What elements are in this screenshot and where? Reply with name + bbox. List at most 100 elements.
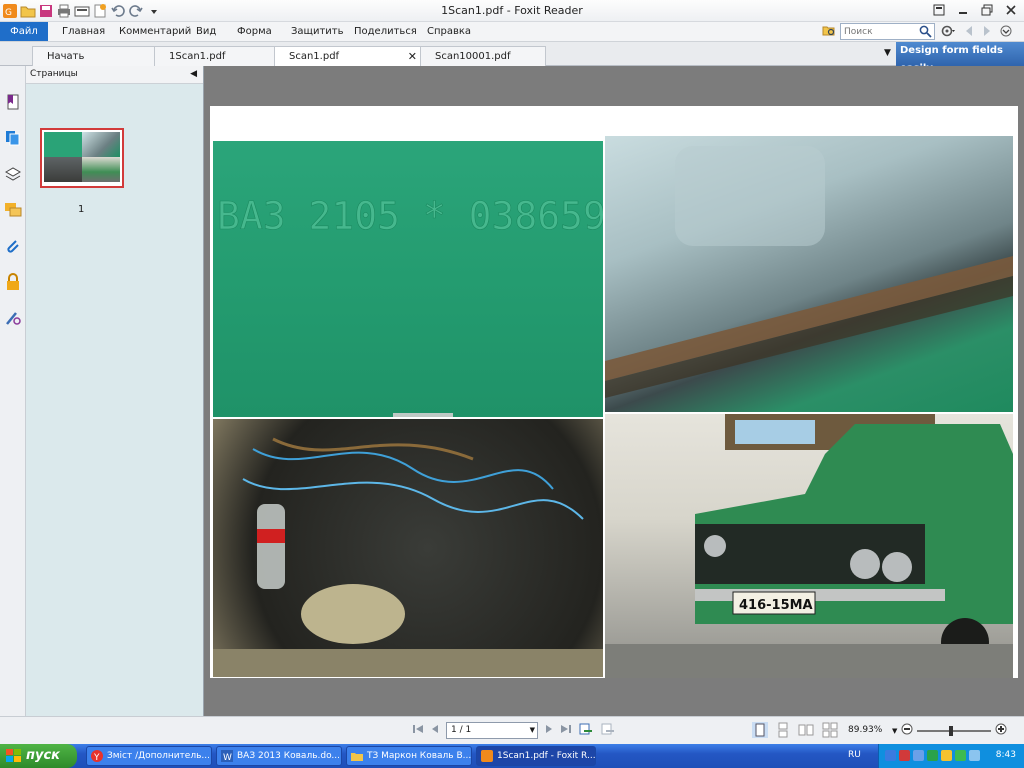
signature-icon[interactable] — [3, 308, 23, 328]
zoom-controls: ▼ — [892, 723, 1007, 738]
page-indicator-text: 1 / 1 — [451, 725, 472, 735]
minimize-icon[interactable] — [954, 2, 972, 18]
zoom-dropdown-icon[interactable]: ▼ — [892, 727, 897, 735]
tab-start[interactable]: Начать — [32, 46, 156, 66]
task-label: ВАЗ 2013 Коваль.do... — [237, 751, 341, 761]
menu-comment[interactable]: Комментарий — [119, 26, 196, 37]
thumb-quadrant — [82, 157, 120, 182]
system-tray: 8:43 — [878, 744, 1024, 768]
taskbar-item-word[interactable]: W ВАЗ 2013 Коваль.do... — [216, 746, 342, 766]
document-tab-bar: Начать 1Scan1.pdf Scan1.pdf ✕ Scan10001.… — [0, 42, 1024, 74]
layers-icon[interactable] — [3, 164, 23, 184]
update-icon[interactable] — [941, 750, 952, 761]
search-input[interactable] — [841, 24, 917, 40]
ribbon-options-icon[interactable] — [930, 2, 948, 18]
tab-scan1[interactable]: Scan1.pdf ✕ — [274, 46, 422, 67]
lock-icon[interactable] — [3, 272, 23, 292]
next-arrow-icon[interactable] — [982, 25, 992, 40]
navigation-panel-toolbar — [0, 66, 26, 716]
close-icon[interactable] — [1002, 2, 1020, 18]
tab-label: 1Scan1.pdf — [169, 51, 226, 62]
network-icon[interactable] — [885, 750, 896, 761]
previous-page-icon[interactable] — [430, 723, 440, 738]
pages-icon[interactable] — [3, 128, 23, 148]
language-indicator[interactable]: RU — [848, 750, 861, 760]
taskbar-item-browser[interactable]: Y Зміст /Дополнитель... — [86, 746, 212, 766]
previous-arrow-icon[interactable] — [964, 25, 974, 40]
ribbon-expand-icon[interactable] — [1000, 25, 1012, 40]
zoom-level[interactable]: 89.93% — [848, 725, 882, 735]
menu-form[interactable]: Форма — [237, 26, 291, 37]
settings-gear-icon[interactable] — [940, 24, 956, 41]
start-button[interactable]: пуск — [0, 744, 77, 768]
volume-icon[interactable] — [969, 750, 980, 761]
status-bar: 1 / 1 ▼ 89.93% ▼ — [0, 716, 1024, 744]
zoom-out-icon[interactable] — [901, 723, 913, 738]
page-navigation: 1 / 1 ▼ — [412, 722, 616, 739]
continuous-page-icon[interactable] — [776, 722, 790, 741]
tab-close-icon[interactable]: ✕ — [408, 47, 417, 66]
page-thumbnail[interactable] — [40, 128, 124, 188]
thumb-quadrant — [44, 157, 82, 182]
taskbar-item-folder[interactable]: ТЗ Маркон Коваль В... — [346, 746, 472, 766]
windows-flag-icon — [6, 749, 21, 762]
menu-home[interactable]: Главная — [62, 26, 119, 37]
bookmark-icon[interactable] — [3, 92, 23, 112]
next-view-icon[interactable] — [600, 722, 616, 739]
tab-label: Scan10001.pdf — [435, 51, 511, 62]
photo-vin-plate: ВАЗ 2105 * 0386599 — [213, 141, 603, 417]
photo-window-rust — [605, 136, 1013, 412]
menu-share[interactable]: Поделиться — [354, 26, 427, 37]
next-page-icon[interactable] — [544, 723, 554, 738]
collapse-panel-icon[interactable]: ◀ — [190, 66, 197, 83]
svg-text:Y: Y — [93, 753, 100, 762]
menu-view[interactable]: Вид — [196, 26, 237, 37]
single-page-icon[interactable] — [752, 722, 768, 741]
find-folder-icon[interactable] — [822, 23, 836, 40]
folder-icon — [351, 753, 363, 761]
display-icon[interactable] — [913, 750, 924, 761]
zoom-slider-handle[interactable] — [949, 725, 954, 736]
security-icon[interactable] — [899, 750, 910, 761]
clock: 8:43 — [995, 750, 1016, 760]
document-view: ВАЗ 2105 * 0386599 416-15МА — [204, 66, 1024, 716]
file-menu-button[interactable]: Файл — [0, 22, 48, 41]
nav-tools — [940, 24, 1012, 41]
zoom-in-icon[interactable] — [995, 723, 1007, 738]
ribbon-menu: Файл Главная Комментарий Вид Форма Защит… — [0, 22, 1024, 42]
window-title: 1Scan1.pdf - Foxit Reader — [441, 4, 583, 17]
start-label: пуск — [26, 748, 60, 763]
task-label: ТЗ Маркон Коваль В... — [367, 751, 472, 761]
search-icon[interactable] — [919, 25, 932, 41]
menu-tabs: Главная Комментарий Вид Форма Защитить П… — [62, 22, 487, 41]
yandex-browser-icon: Y — [91, 750, 103, 762]
promo-banner[interactable]: Design form fields easily — [896, 42, 1024, 74]
title-bar: G 1Scan1.pdf - Foxit Reader — [0, 0, 1024, 22]
window-controls — [930, 2, 1020, 18]
continuous-facing-icon[interactable] — [822, 722, 838, 741]
page-dropdown-icon[interactable]: ▼ — [530, 723, 535, 738]
task-label: 1Scan1.pdf - Foxit R... — [497, 751, 596, 761]
menu-help[interactable]: Справка — [427, 26, 487, 37]
tab-1scan1[interactable]: 1Scan1.pdf — [154, 46, 276, 66]
zoom-slider[interactable] — [917, 725, 992, 736]
safely-remove-icon[interactable] — [955, 750, 966, 761]
menu-protect[interactable]: Защитить — [291, 26, 354, 37]
pages-panel: Страницы ◀ 1 — [26, 66, 204, 716]
attachment-icon[interactable] — [3, 236, 23, 256]
thumb-quadrant — [82, 132, 120, 157]
comments-icon[interactable] — [3, 200, 23, 220]
last-page-icon[interactable] — [560, 723, 572, 738]
tabs-dropdown-icon[interactable]: ▼ — [884, 48, 891, 58]
taskbar-item-foxit[interactable]: 1Scan1.pdf - Foxit R... — [476, 746, 596, 766]
page-number-field[interactable]: 1 / 1 ▼ — [446, 722, 538, 739]
tab-scan10001[interactable]: Scan10001.pdf — [420, 46, 546, 66]
previous-view-icon[interactable] — [578, 722, 594, 739]
antivirus-icon[interactable] — [927, 750, 938, 761]
foxit-reader-icon — [481, 750, 493, 762]
restore-icon[interactable] — [978, 2, 996, 18]
facing-pages-icon[interactable] — [798, 722, 814, 741]
word-document-icon: W — [221, 750, 233, 762]
first-page-icon[interactable] — [412, 723, 424, 738]
pdf-page: ВАЗ 2105 * 0386599 416-15МА — [210, 106, 1018, 678]
